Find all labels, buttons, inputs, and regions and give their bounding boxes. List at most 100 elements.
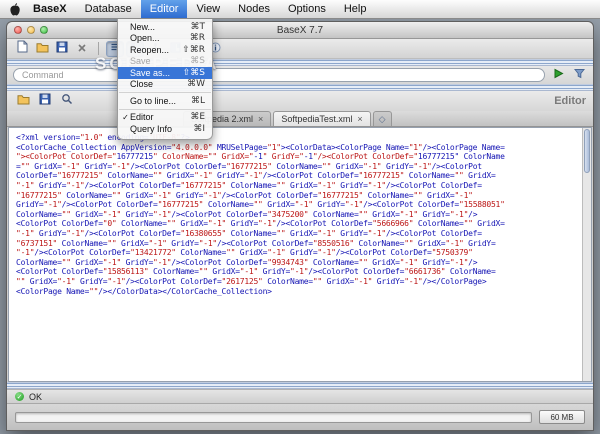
close-database-button[interactable]	[73, 41, 91, 57]
menu-item-label: Query Info	[130, 124, 172, 134]
command-row	[7, 66, 593, 84]
menu-help[interactable]: Help	[335, 0, 376, 18]
new-tab-button[interactable]: ◇	[373, 111, 392, 126]
status-row: ✓ OK	[7, 389, 593, 403]
separator-stripe-top[interactable]	[7, 59, 593, 66]
code-line: "16777215" ColorName="" GridX="-1" GridY…	[16, 191, 579, 201]
editor-find-button[interactable]	[58, 93, 76, 109]
menu-item-shortcut: ⌘W	[187, 79, 205, 89]
close-x-icon	[77, 40, 87, 58]
close-tab-icon[interactable]: ×	[357, 115, 362, 124]
menu-editor[interactable]: Editor	[141, 0, 188, 18]
code-line: ColorDef="16777215" ColorName="" GridX="…	[16, 171, 579, 181]
code-line: GridY="-1"/><ColorPot ColorDef="16777215…	[16, 200, 579, 210]
filter-funnel-icon	[574, 66, 585, 84]
window-title: BaseX 7.7	[7, 25, 593, 36]
menu-item-save-as[interactable]: Save as...⇧⌘S	[118, 67, 212, 79]
code-line: "><ColorPot ColorDef="16777215" ColorNam…	[16, 152, 579, 162]
basex-window: BaseX 7.7	[6, 21, 594, 431]
menu-database[interactable]: Database	[76, 0, 141, 18]
menu-checkmark-icon: ✓	[121, 113, 130, 122]
close-tab-icon[interactable]: ×	[258, 115, 263, 124]
command-input[interactable]	[13, 68, 545, 82]
apple-menu-icon[interactable]	[4, 0, 24, 18]
menu-item-open[interactable]: Open... ⌘R	[118, 33, 212, 45]
status-text: OK	[29, 392, 42, 402]
code-line: ColorName="" GridX="-1" GridY="-1"/><Col…	[16, 210, 579, 220]
menu-separator	[119, 109, 211, 110]
memory-indicator[interactable]: 60 MB	[539, 410, 585, 424]
menu-view[interactable]: View	[187, 0, 229, 18]
tab-softpediatest-xml[interactable]: SoftpediaTest.xml ×	[273, 111, 370, 126]
menu-bar-items: BaseXDatabaseEditorViewNodesOptionsHelp	[24, 0, 375, 18]
run-command-button[interactable]	[550, 68, 566, 83]
menu-item-label: Close	[130, 79, 153, 89]
tab-label: SoftpediaTest.xml	[281, 114, 352, 124]
toolbar-separator	[98, 42, 99, 55]
menu-item-new[interactable]: New...⌘T	[118, 21, 212, 33]
code-line: <ColorCache_Collection AppVersion="4.0.0…	[16, 143, 579, 153]
progress-track	[15, 412, 532, 423]
menu-item-label: Open...	[130, 33, 160, 43]
zoom-window-button[interactable]	[40, 26, 48, 34]
menu-item-query-info[interactable]: Query Info ⌘I	[118, 123, 212, 135]
code-line: ="" GridX="-1" GridY="-1"/><ColorPot Col…	[16, 162, 579, 172]
menu-item-save: Save ⌘S	[118, 56, 212, 68]
menu-item-editor[interactable]: ✓Editor ⌘E	[118, 112, 212, 124]
editor-toolbar: Editor	[7, 91, 593, 111]
filter-button[interactable]	[571, 68, 587, 83]
menu-item-shortcut: ⇧⌘R	[182, 45, 205, 55]
code-line: <ColorPage Name=""/></ColorData></ColorC…	[16, 287, 579, 297]
code-line: "-1"/><ColorPot ColorDef="13421772" Colo…	[16, 248, 579, 258]
menu-item-label: Reopen...	[130, 45, 169, 55]
menu-item-close[interactable]: Close ⌘W	[118, 79, 212, 91]
menu-item-label: Editor	[130, 112, 154, 122]
code-line: <?xml version="1.0" encoding="UTF-8"?>	[16, 133, 579, 143]
menu-item-label: Go to line...	[130, 96, 176, 106]
editor-panel-label: Editor	[554, 95, 586, 107]
minimize-window-button[interactable]	[27, 26, 35, 34]
new-document-icon	[17, 40, 28, 58]
open-database-button[interactable]	[33, 41, 51, 57]
menu-item-label: Save	[130, 56, 151, 66]
menu-item-label: Save as...	[130, 68, 170, 78]
menu-basex[interactable]: BaseX	[24, 0, 76, 18]
status-ok-icon: ✓	[15, 392, 24, 401]
window-controls	[14, 26, 48, 34]
editor-save-button[interactable]	[36, 93, 54, 109]
window-title-bar[interactable]: BaseX 7.7	[7, 22, 593, 39]
menu-item-shortcut: ⌘S	[190, 56, 205, 66]
editor-menu-dropdown: New...⌘TOpen...⌘RReopen...⇧⌘RSave⌘SSave …	[117, 19, 213, 140]
separator-stripe-bottom[interactable]	[7, 382, 593, 389]
editor-content-area[interactable]: <?xml version="1.0" encoding="UTF-8"?><C…	[8, 127, 592, 382]
save-disk-icon	[56, 40, 68, 58]
code-line: "-1" GridY="-1"/><ColorPot ColorDef="163…	[16, 229, 579, 239]
menu-item-reopen[interactable]: Reopen... ⇧⌘R	[118, 44, 212, 56]
menu-item-shortcut: ⌘I	[193, 124, 205, 134]
scrollbar-thumb[interactable]	[584, 129, 590, 173]
menu-options[interactable]: Options	[279, 0, 335, 18]
editor-open-button[interactable]	[14, 93, 32, 109]
close-window-button[interactable]	[14, 26, 22, 34]
menu-item-shortcut: ⌘T	[191, 22, 206, 32]
open-file-icon	[17, 92, 30, 110]
editor-code[interactable]: <?xml version="1.0" encoding="UTF-8"?><C…	[16, 133, 579, 296]
menu-item-shortcut: ⌘L	[191, 96, 205, 106]
menu-separator	[119, 92, 211, 93]
separator-stripe-middle[interactable]	[7, 84, 593, 91]
diamond-icon: ◇	[379, 114, 386, 125]
search-icon	[61, 92, 73, 110]
new-document-button[interactable]	[13, 41, 31, 57]
menu-bar: BaseXDatabaseEditorViewNodesOptionsHelp	[0, 0, 600, 19]
code-line: "" GridX="-1" GridY="-1"/><ColorPot Colo…	[16, 277, 579, 287]
code-line: "6737151" ColorName="" GridX="-1" GridY=…	[16, 239, 579, 249]
run-icon	[553, 66, 564, 84]
editor-scrollbar[interactable]	[582, 128, 591, 381]
save-disk-icon	[39, 92, 51, 110]
menu-item-go-to-line[interactable]: Go to line... ⌘L	[118, 95, 212, 107]
menu-nodes[interactable]: Nodes	[229, 0, 279, 18]
code-line: <ColorPot ColorDef="15856113" ColorName=…	[16, 267, 579, 277]
save-button[interactable]	[53, 41, 71, 57]
menu-item-shortcut: ⌘R	[190, 33, 205, 43]
menu-item-shortcut: ⌘E	[190, 112, 205, 122]
